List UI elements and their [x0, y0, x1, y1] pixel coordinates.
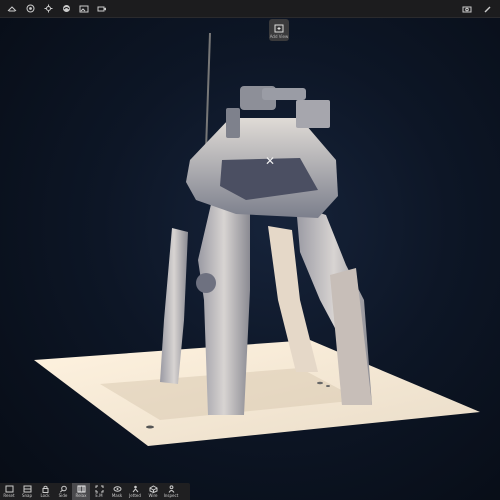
reset-button[interactable]: Reset [0, 483, 18, 500]
front-left-knee [196, 273, 216, 293]
side-button[interactable]: Side [54, 483, 72, 500]
em-button[interactable]: E.M [90, 483, 108, 500]
image-icon[interactable] [75, 0, 93, 17]
inspect-icon [167, 484, 176, 493]
floor-debris [317, 381, 323, 385]
torso-emblem: ✕ [265, 154, 275, 168]
antenna [205, 32, 211, 151]
reset-icon [5, 484, 14, 493]
rear-pod [226, 108, 240, 138]
floor-debris [146, 425, 154, 429]
lock-button[interactable]: Lock [36, 483, 54, 500]
jetted-button[interactable]: Jetted [126, 483, 144, 500]
add-view-label: Add View [269, 34, 289, 39]
snap-icon [23, 484, 32, 493]
top-toolbar [0, 0, 500, 18]
globe-icon[interactable] [21, 0, 39, 17]
inspect-button[interactable]: Inspect [162, 483, 180, 500]
relax-button[interactable]: Relax [72, 483, 90, 500]
layers-icon[interactable] [3, 0, 21, 17]
bottom-toolbar: Reset Snap Lock Side Relax E.M Mask Jett… [0, 483, 190, 500]
mask-icon [113, 484, 122, 493]
lock-icon [41, 484, 50, 493]
snap-button[interactable]: Snap [18, 483, 36, 500]
sun-icon[interactable] [39, 0, 57, 17]
mask-button[interactable]: Mask [108, 483, 126, 500]
jetted-icon [131, 484, 140, 493]
viewport-scene[interactable]: ✕ [0, 0, 500, 500]
wire-icon [149, 484, 158, 493]
relax-icon [77, 484, 86, 493]
floor-debris [326, 385, 330, 387]
screenshot-icon[interactable] [458, 0, 476, 17]
video-icon[interactable] [93, 0, 111, 17]
environment-icon[interactable] [57, 0, 75, 17]
search-icon [59, 484, 68, 493]
wire-button[interactable]: Wire [144, 483, 162, 500]
pen-icon[interactable] [478, 0, 496, 17]
side-pod [296, 100, 330, 128]
turret-barrel [262, 88, 306, 100]
frame-icon [95, 484, 104, 493]
